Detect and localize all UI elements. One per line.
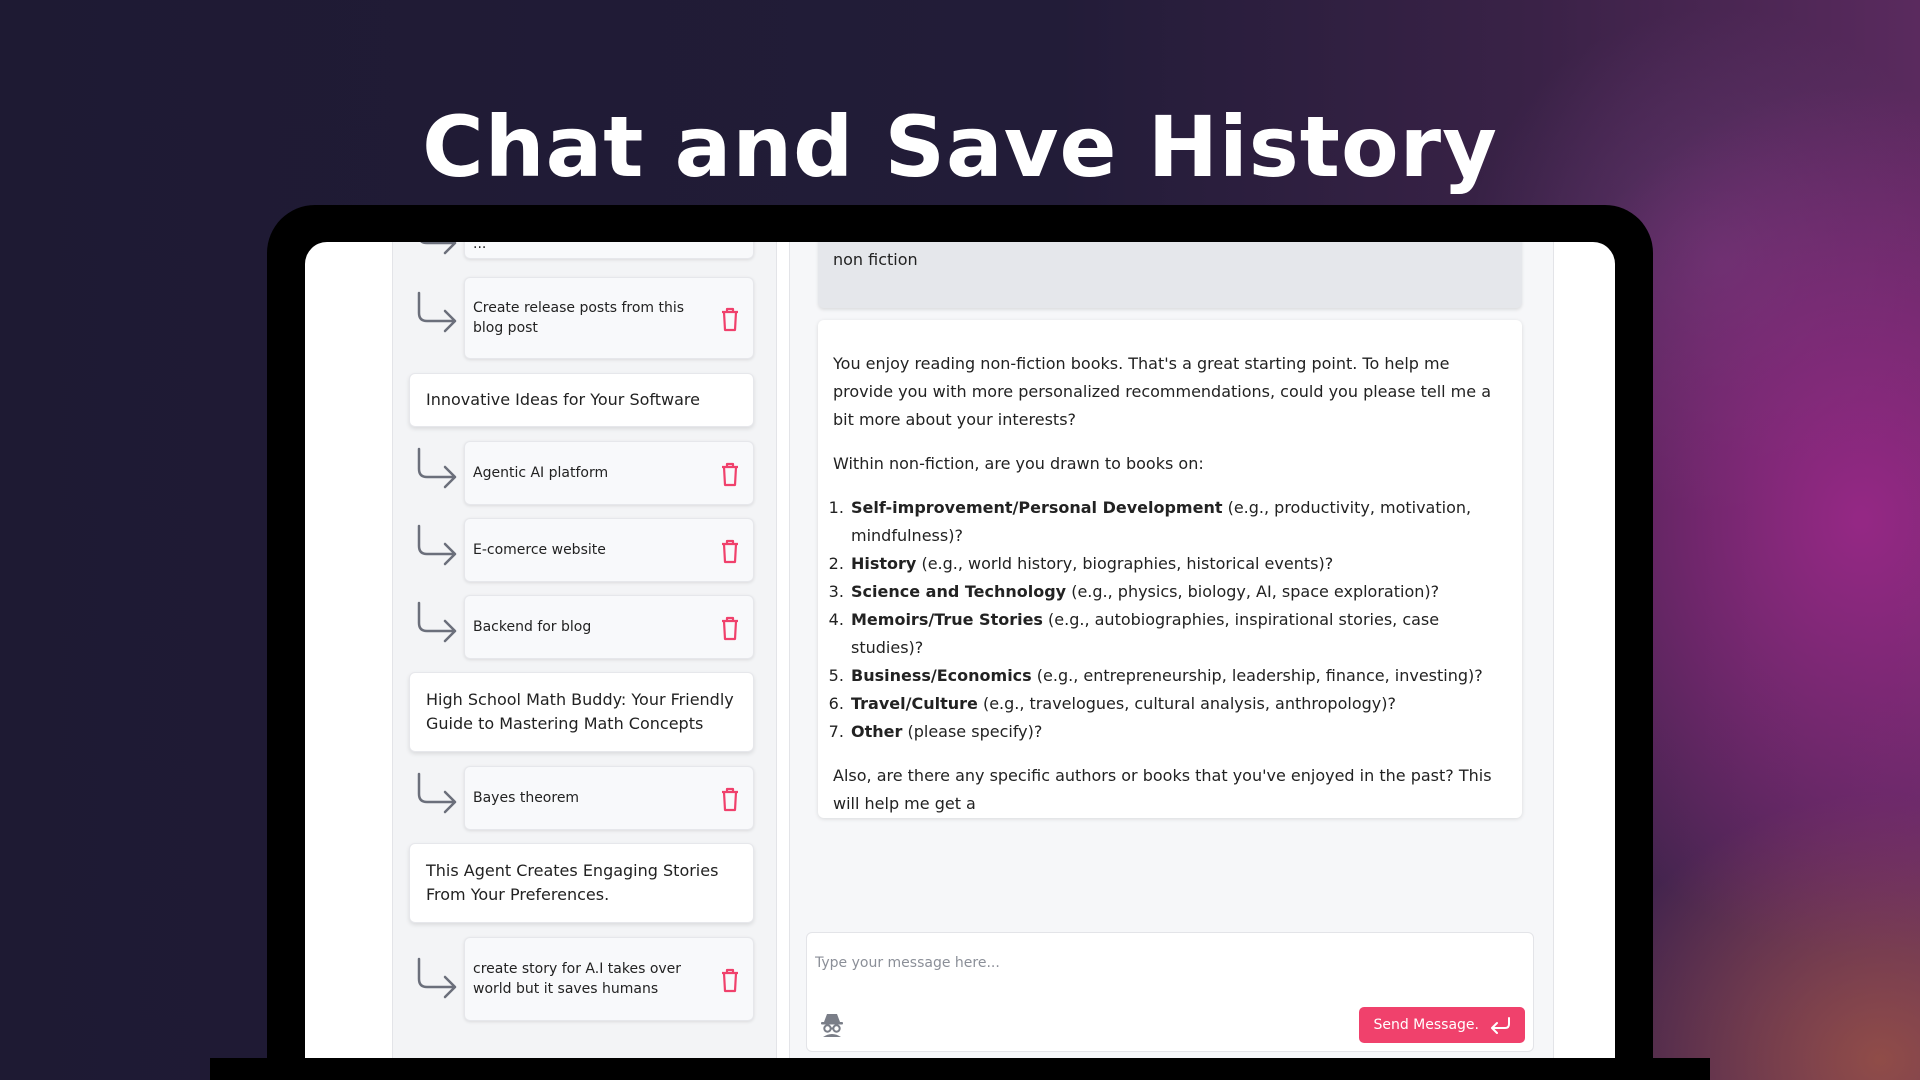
chat-panel: non fiction You enjoy reading non-fictio… bbox=[789, 242, 1554, 1058]
history-sub-label: Bayes theorem bbox=[473, 790, 580, 806]
options-list: Self-improvement/Personal Development (e… bbox=[849, 494, 1507, 746]
laptop-base bbox=[210, 1058, 1710, 1080]
option-item: History (e.g., world history, biographie… bbox=[849, 550, 1507, 578]
return-arrow-icon bbox=[417, 447, 457, 489]
trash-icon[interactable] bbox=[719, 306, 741, 332]
history-sub-label: Create release posts from this blog post bbox=[473, 300, 685, 336]
trash-icon[interactable] bbox=[719, 786, 741, 812]
return-arrow-icon bbox=[417, 957, 457, 999]
history-sidebar: Write a creative story about a ... Creat… bbox=[392, 242, 777, 1058]
incognito-icon[interactable] bbox=[820, 1011, 844, 1037]
enter-icon bbox=[1491, 1017, 1510, 1034]
send-message-button[interactable]: Send Message. bbox=[1359, 1007, 1525, 1043]
return-arrow-icon bbox=[417, 772, 457, 814]
user-message: non fiction bbox=[818, 242, 1522, 308]
send-button-label: Send Message. bbox=[1373, 1017, 1479, 1033]
history-sub-label: E-comerce website bbox=[473, 542, 606, 558]
history-sub-label: Agentic AI platform bbox=[473, 465, 609, 481]
option-item: Other (please specify)? bbox=[849, 718, 1507, 746]
hero-title: Chat and Save History bbox=[422, 98, 1498, 196]
option-item: Memoirs/True Stories (e.g., autobiograph… bbox=[849, 606, 1507, 662]
history-sub-label: Backend for blog bbox=[473, 619, 592, 635]
return-arrow-icon bbox=[417, 524, 457, 566]
assistant-question: Within non-fiction, are you drawn to boo… bbox=[833, 454, 1204, 473]
trash-icon[interactable] bbox=[719, 461, 741, 487]
app-screen: Write a creative story about a ... Creat… bbox=[305, 242, 1615, 1058]
return-arrow-icon bbox=[420, 242, 457, 255]
trash-icon[interactable] bbox=[719, 538, 741, 564]
assistant-closing: Also, are there any specific authors or … bbox=[833, 766, 1492, 813]
history-group-item[interactable]: This Agent Creates Engaging Stories From… bbox=[409, 843, 754, 923]
option-item: Self-improvement/Personal Development (e… bbox=[849, 494, 1507, 550]
history-group-item[interactable]: High School Math Buddy: Your Friendly Gu… bbox=[409, 672, 754, 752]
option-item: Science and Technology (e.g., physics, b… bbox=[849, 578, 1507, 606]
return-arrow-icon bbox=[417, 601, 457, 643]
option-item: Travel/Culture (e.g., travelogues, cultu… bbox=[849, 690, 1507, 718]
assistant-message: You enjoy reading non-fiction books. Tha… bbox=[818, 320, 1522, 818]
option-item: Business/Economics (e.g., entrepreneursh… bbox=[849, 662, 1507, 690]
history-sub-label: create story for A.I takes over world bu… bbox=[473, 961, 682, 997]
assistant-intro: You enjoy reading non-fiction books. Tha… bbox=[833, 354, 1491, 429]
message-input[interactable] bbox=[815, 943, 1515, 983]
return-arrow-icon bbox=[417, 291, 457, 333]
trash-icon[interactable] bbox=[719, 967, 741, 993]
trash-icon[interactable] bbox=[719, 615, 741, 641]
history-group-item[interactable]: Innovative Ideas for Your Software bbox=[409, 373, 754, 427]
message-composer: Send Message. bbox=[806, 932, 1534, 1052]
history-sub-label: Write a creative story about a ... bbox=[473, 242, 487, 252]
